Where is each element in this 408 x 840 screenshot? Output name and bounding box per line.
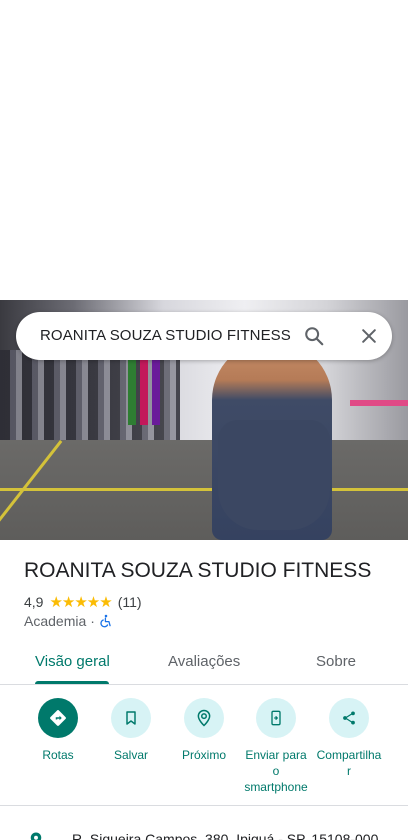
photo-band [128,355,136,425]
send-to-phone-button[interactable]: Enviar para o smartphone [236,698,316,795]
reviews-count[interactable]: (11) [118,594,142,610]
save-button[interactable]: Salvar [91,698,171,763]
send-to-phone-icon[interactable] [256,698,296,738]
tab-reviews[interactable]: Avaliações [168,653,240,670]
directions-label: Rotas [42,748,74,762]
divider [0,684,408,685]
share-icon[interactable] [329,698,369,738]
action-bar: Rotas Salvar Próximo Enviar para o smart… [0,698,408,798]
nearby-label: Próximo [181,748,226,762]
divider [0,805,408,806]
address-row[interactable]: R. Siqueira Campos, 380, Ipiguá - SP, 15… [0,826,408,840]
photo-band [152,355,160,425]
address-text[interactable]: R. Siqueira Campos, 380, Ipiguá - SP, 15… [72,831,378,840]
rating-stars: ★★★★★ [49,594,112,611]
separator: · [90,613,95,629]
share-button[interactable]: Compartilha r [309,698,389,779]
nearby-icon[interactable] [184,698,224,738]
tab-about[interactable]: Sobre [316,653,356,670]
rating-row[interactable]: 4,9 ★★★★★ (11) [24,593,142,611]
rating-value: 4,9 [24,594,44,610]
photo-floor-line [0,488,408,491]
search-query[interactable]: ROANITA SOUZA STUDIO FITNESS [40,327,291,344]
map-area[interactable] [0,0,408,300]
send-to-phone-label-line: smartphone [244,780,308,794]
send-to-phone-label-line: o [272,764,280,778]
wheelchair-icon [99,614,113,628]
photo-person-shorts [218,420,330,530]
search-bar[interactable]: ROANITA SOUZA STUDIO FITNESS [16,312,392,360]
bookmark-icon[interactable] [111,698,151,738]
share-label-line: Compartilha [316,748,382,762]
place-title: ROANITA SOUZA STUDIO FITNESS [24,559,372,582]
share-label: Compartilha r [317,747,382,779]
category-row: Academia · [24,613,113,629]
share-label-line: r [346,764,351,778]
close-icon[interactable] [357,324,381,348]
save-label: Salvar [113,748,148,762]
send-to-phone-label: Enviar para o smartphone [244,747,307,795]
send-to-phone-label-line: Enviar para [245,748,307,762]
location-pin-icon [27,830,45,840]
photo-bench [350,400,408,406]
search-icon[interactable] [302,324,326,348]
nearby-button[interactable]: Próximo [164,698,244,763]
tabs: Visão geral Avaliações Sobre [0,640,408,684]
directions-button[interactable]: Rotas [18,698,98,763]
tab-overview[interactable]: Visão geral [35,653,110,670]
photo-band [140,355,148,425]
category-label: Academia [24,613,87,629]
directions-icon[interactable] [38,698,78,738]
